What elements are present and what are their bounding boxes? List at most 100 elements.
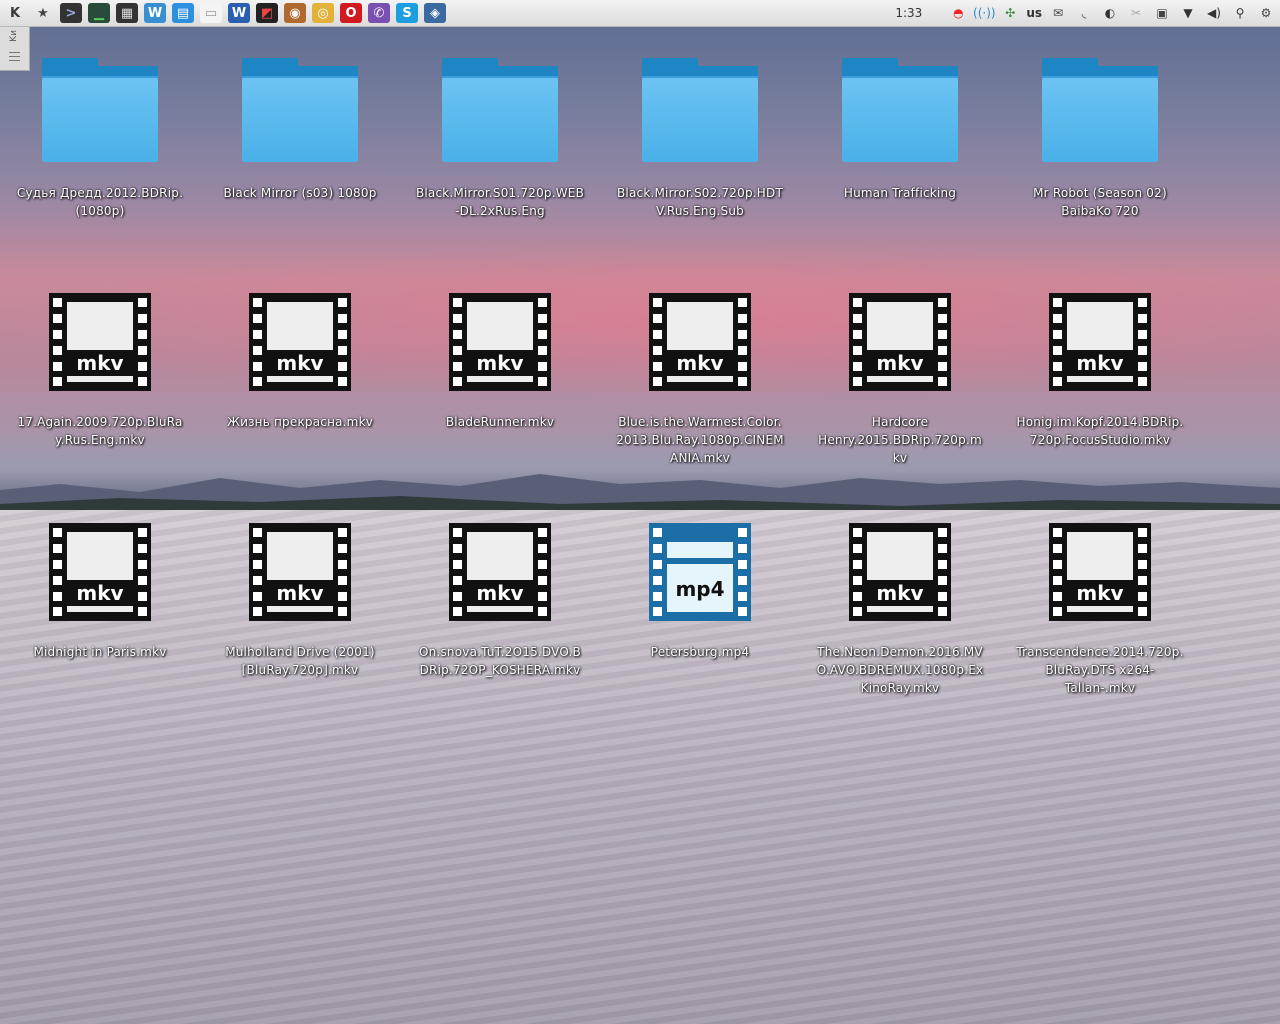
file-extension-badge: mkv bbox=[667, 350, 733, 376]
folder-icon bbox=[441, 58, 559, 162]
file-extension-badge: mkv bbox=[1067, 580, 1133, 606]
mkv-video-icon: mkv bbox=[249, 523, 351, 621]
folder-label: Black.Mirror.S02.720p.HDTV.Rus.Eng.Sub bbox=[617, 186, 783, 218]
file-extension-badge: mkv bbox=[867, 580, 933, 606]
handle-lines-icon bbox=[9, 52, 20, 64]
vm-icon[interactable]: ◈ bbox=[424, 3, 446, 23]
folder-icon bbox=[1041, 58, 1159, 162]
mkv-video-icon: mkv bbox=[449, 293, 551, 391]
tools-icon[interactable]: ✂ bbox=[1126, 3, 1146, 23]
desktop-folder[interactable]: Mr Robot (Season 02) BaibaKo 720 bbox=[1000, 58, 1200, 220]
top-panel: K ★ > ▁ ▦ W ▤ ▭ W ◩ ◉ ◎ O ✆ S ◈ 1:33 ◓ ((·)) ✣ us ✉ ◟ ◐ ✂ ▣ ▼ ◀) ⚲… bbox=[0, 0, 1280, 27]
file-label: Hardcore Henry.2015.BDRip.720p.mkv bbox=[818, 415, 982, 465]
file-label: Midnight in Paris.mkv bbox=[33, 645, 167, 659]
desktop-video-file[interactable]: mkv Transcendence.2014.720p.BluRay.DTS x2… bbox=[1000, 523, 1200, 697]
file-label: Honig.im.Kopf.2014.BDRip.720p.FocusStudi… bbox=[1016, 415, 1184, 447]
file-label: The.Neon.Demon.2016.MVO.AVO.BDREMUX.1080… bbox=[816, 645, 984, 695]
rss-feed-icon[interactable]: ◟ bbox=[1074, 3, 1094, 23]
desktop-folder[interactable]: Black.Mirror.S01.720p.WEB-DL.2xRus.Eng bbox=[400, 58, 600, 220]
desktop-folder[interactable]: Судья Дредд.2012.BDRip.(1080p) bbox=[0, 58, 200, 220]
mkv-video-icon: mkv bbox=[49, 523, 151, 621]
text-editor-icon[interactable]: ▭ bbox=[200, 3, 222, 23]
mkv-video-icon: mkv bbox=[1049, 293, 1151, 391]
folder-label: Human Trafficking bbox=[843, 186, 957, 200]
mkv-video-icon: mkv bbox=[449, 523, 551, 621]
folder-label: Black Mirror (s03) 1080p bbox=[223, 186, 377, 200]
mail-icon[interactable]: ✉ bbox=[1048, 3, 1068, 23]
desktop-folder[interactable]: Black.Mirror.S02.720p.HDTV.Rus.Eng.Sub bbox=[600, 58, 800, 220]
menu-arrow-icon[interactable]: ▼ bbox=[1178, 3, 1198, 23]
viber-icon[interactable]: ✆ bbox=[368, 3, 390, 23]
folder-label: Судья Дредд.2012.BDRip.(1080p) bbox=[16, 186, 184, 218]
updates-icon[interactable]: ◐ bbox=[1100, 3, 1120, 23]
file-label: 17.Again.2009.720p.BluRay.Rus.Eng.mkv bbox=[17, 415, 183, 447]
settings-gear-icon[interactable]: ⚙ bbox=[1256, 3, 1276, 23]
file-extension-badge: mkv bbox=[867, 350, 933, 376]
document-viewer-icon[interactable]: ▤ bbox=[172, 3, 194, 23]
file-extension-badge: mkv bbox=[467, 580, 533, 606]
desktop-video-file[interactable]: mkv Жизнь прекрасна.mkv bbox=[200, 293, 400, 431]
desktop-video-file[interactable]: mkv Honig.im.Kopf.2014.BDRip.720p.FocusSt… bbox=[1000, 293, 1200, 449]
desktop-video-file[interactable]: mkv Mulholland Drive (2001) [BluRay.720p]… bbox=[200, 523, 400, 679]
desktop-video-file[interactable]: mkv The.Neon.Demon.2016.MVO.AVO.BDREMUX.1… bbox=[800, 523, 1000, 697]
file-label: Mulholland Drive (2001) [BluRay.720p].mk… bbox=[225, 645, 375, 677]
word-processor-icon[interactable]: W bbox=[228, 3, 250, 23]
search-icon[interactable]: ⚲ bbox=[1230, 3, 1250, 23]
clipboard-icon[interactable]: ▣ bbox=[1152, 3, 1172, 23]
file-label: Жизнь прекрасна.mkv bbox=[226, 415, 374, 429]
folder-icon bbox=[241, 58, 359, 162]
keyboard-layout-indicator[interactable]: us bbox=[1026, 3, 1042, 23]
opera-browser-icon[interactable]: O bbox=[340, 3, 362, 23]
desktop-video-file[interactable]: mkv On.snova.TuT.2O15.DVO.BDRip.72OP_KOSH… bbox=[400, 523, 600, 679]
desktop-video-file[interactable]: mkv Hardcore Henry.2015.BDRip.720p.mkv bbox=[800, 293, 1000, 467]
folder-icon bbox=[641, 58, 759, 162]
system-monitor-icon[interactable]: ▁ bbox=[88, 3, 110, 23]
clock[interactable]: 1:33 bbox=[895, 6, 922, 20]
desktop-video-file[interactable]: mp4 Petersburg.mp4 bbox=[600, 523, 800, 661]
file-label: Transcendence.2014.720p.BluRay.DTS x264-… bbox=[1016, 645, 1184, 695]
file-extension-badge: mkv bbox=[1067, 350, 1133, 376]
file-label: BladeRunner.mkv bbox=[445, 415, 555, 429]
folder-icon bbox=[841, 58, 959, 162]
folder-label: Black.Mirror.S01.720p.WEB-DL.2xRus.Eng bbox=[415, 186, 585, 218]
wm-app-icon[interactable]: W bbox=[144, 3, 166, 23]
wifi-signal-icon[interactable]: ((·)) bbox=[973, 3, 996, 23]
file-extension-badge: mkv bbox=[267, 580, 333, 606]
file-extension-badge: mp4 bbox=[667, 573, 733, 605]
chrome-browser-icon[interactable]: ◎ bbox=[312, 3, 334, 23]
desktop-video-file[interactable]: mkv BladeRunner.mkv bbox=[400, 293, 600, 431]
gimp-icon[interactable]: ◉ bbox=[284, 3, 306, 23]
ghost-app-icon[interactable]: ◓ bbox=[948, 3, 968, 23]
desktop-folder[interactable]: Black Mirror (s03) 1080p bbox=[200, 58, 400, 202]
desktop-video-file[interactable]: mkv Midnight in Paris.mkv bbox=[0, 523, 200, 661]
mkv-video-icon: mkv bbox=[49, 293, 151, 391]
desktop-folder[interactable]: Human Trafficking bbox=[800, 58, 1000, 202]
file-extension-badge: mkv bbox=[67, 350, 133, 376]
kde-menu-icon[interactable]: K bbox=[4, 3, 26, 23]
image-editor-icon[interactable]: ◩ bbox=[256, 3, 278, 23]
mkv-video-icon: mkv bbox=[249, 293, 351, 391]
volume-icon[interactable]: ◀) bbox=[1204, 3, 1224, 23]
calculator-icon[interactable]: ▦ bbox=[116, 3, 138, 23]
desktop-video-file[interactable]: mkv Blue.is.the.Warmest.Color.2013.Blu.Ra… bbox=[600, 293, 800, 467]
mkv-video-icon: mkv bbox=[1049, 523, 1151, 621]
mkv-video-icon: mkv bbox=[649, 293, 751, 391]
folder-label: Mr Robot (Season 02) BaibaKo 720 bbox=[1033, 186, 1167, 218]
terminal-icon[interactable]: > bbox=[60, 3, 82, 23]
folder-icon bbox=[41, 58, 159, 162]
file-extension-badge: mkv bbox=[267, 350, 333, 376]
side-dock-tab[interactable]: Kи bbox=[0, 26, 30, 71]
mkv-video-icon: mkv bbox=[849, 293, 951, 391]
favorites-star-icon[interactable]: ★ bbox=[32, 3, 54, 23]
network-puzzle-icon[interactable]: ✣ bbox=[1000, 3, 1020, 23]
file-label: Blue.is.the.Warmest.Color.2013.Blu.Ray.1… bbox=[616, 415, 784, 465]
system-tray: 1:33 ◓ ((·)) ✣ us ✉ ◟ ◐ ✂ ▣ ▼ ◀) ⚲ ⚙ bbox=[895, 0, 1276, 26]
file-label: Petersburg.mp4 bbox=[650, 645, 750, 659]
mkv-video-icon: mkv bbox=[849, 523, 951, 621]
mp4-video-icon: mp4 bbox=[649, 523, 751, 621]
skype-icon[interactable]: S bbox=[396, 3, 418, 23]
file-extension-badge: mkv bbox=[467, 350, 533, 376]
file-extension-badge: mkv bbox=[67, 580, 133, 606]
desktop-video-file[interactable]: mkv 17.Again.2009.720p.BluRay.Rus.Eng.mkv bbox=[0, 293, 200, 449]
launcher-bar: K ★ > ▁ ▦ W ▤ ▭ W ◩ ◉ ◎ O ✆ S ◈ bbox=[0, 3, 452, 23]
